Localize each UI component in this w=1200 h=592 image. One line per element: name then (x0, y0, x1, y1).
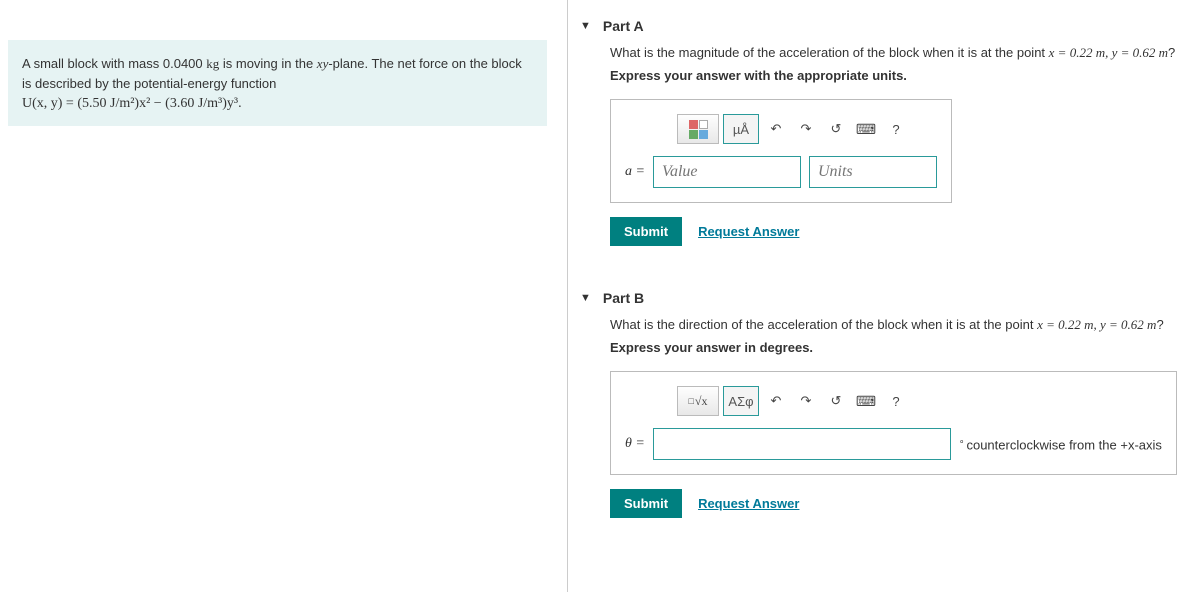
unit-kg: kg (206, 56, 219, 71)
part-a-request-answer-link[interactable]: Request Answer (698, 224, 799, 239)
part-b-request-answer-link[interactable]: Request Answer (698, 496, 799, 511)
part-b-header[interactable]: ▼ Part B (580, 272, 1200, 316)
part-b-instruction: Express your answer in degrees. (610, 340, 1190, 355)
part-b-units-suffix: ∘counterclockwise from the +x-axis (959, 436, 1162, 452)
part-b-submit-button[interactable]: Submit (610, 489, 682, 518)
part-b-toolbar: □√x ΑΣφ ↶ ↷ ↺ ? (677, 386, 1162, 416)
undo-icon[interactable]: ↶ (763, 387, 789, 415)
help-icon[interactable]: ? (883, 115, 909, 143)
part-b-title: Part B (603, 290, 644, 306)
units-tool-button[interactable]: µÅ (723, 114, 759, 144)
redo-icon[interactable]: ↷ (793, 387, 819, 415)
part-a-answer-box: µÅ ↶ ↷ ↺ ? a = (610, 99, 952, 203)
problem-statement: A small block with mass 0.0400 kg is mov… (8, 40, 547, 126)
part-a-title: Part A (603, 18, 644, 34)
part-b-answer-box: □√x ΑΣφ ↶ ↷ ↺ ? θ = ∘counterclockwise fr… (610, 371, 1177, 475)
collapse-icon: ▼ (580, 292, 591, 304)
value-input[interactable] (653, 156, 801, 188)
redo-icon[interactable]: ↷ (793, 115, 819, 143)
part-b-question: What is the direction of the acceleratio… (610, 316, 1190, 334)
help-icon[interactable]: ? (883, 387, 909, 415)
xy-plane: xy (317, 56, 329, 71)
part-a-submit-button[interactable]: Submit (610, 217, 682, 246)
keyboard-icon[interactable] (853, 115, 879, 143)
keyboard-icon[interactable] (853, 387, 879, 415)
templates-icon[interactable] (677, 114, 719, 144)
problem-text-1: A small block with mass 0.0400 (22, 56, 206, 71)
units-input[interactable] (809, 156, 937, 188)
problem-text-2: is moving in the (219, 56, 317, 71)
part-a-body: What is the magnitude of the acceleratio… (580, 44, 1200, 246)
undo-icon[interactable]: ↶ (763, 115, 789, 143)
part-a-header[interactable]: ▼ Part A (580, 0, 1200, 44)
part-a-toolbar: µÅ ↶ ↷ ↺ ? (677, 114, 937, 144)
part-b-body: What is the direction of the acceleratio… (580, 316, 1200, 518)
part-b-var-label: θ = (625, 436, 645, 452)
column-divider (567, 0, 568, 592)
part-a-instruction: Express your answer with the appropriate… (610, 68, 1190, 83)
collapse-icon: ▼ (580, 20, 591, 32)
math-templates-icon[interactable]: □√x (677, 386, 719, 416)
greek-tool-button[interactable]: ΑΣφ (723, 386, 759, 416)
theta-input[interactable] (653, 428, 951, 460)
reset-icon[interactable]: ↺ (823, 115, 849, 143)
potential-formula: U(x, y) = (5.50 J/m²)x² − (3.60 J/m³)y³. (22, 96, 242, 111)
part-a-question: What is the magnitude of the acceleratio… (610, 44, 1190, 62)
reset-icon[interactable]: ↺ (823, 387, 849, 415)
part-a-var-label: a = (625, 164, 645, 180)
